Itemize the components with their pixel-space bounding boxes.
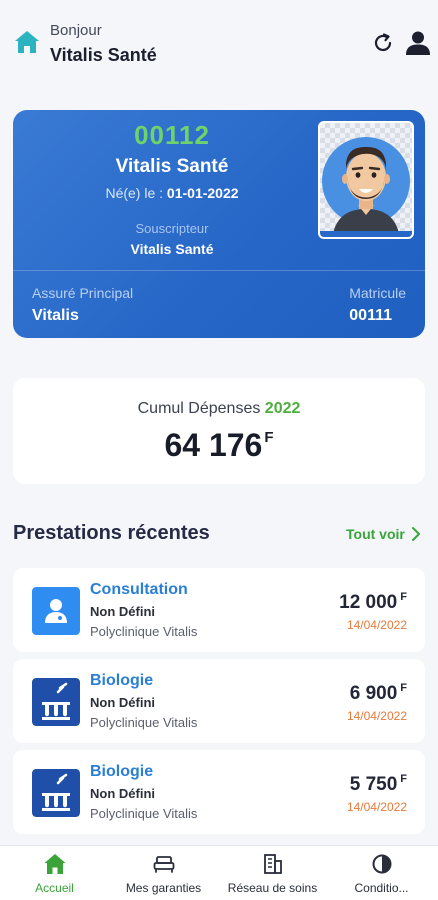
app-header: Bonjour Vitalis Santé — [0, 0, 438, 90]
section-title: Prestations récentes — [13, 522, 210, 544]
cumul-currency: F — [264, 429, 274, 446]
subscriber-value: Vitalis Santé — [130, 241, 214, 257]
cumul-amount-line: 64 176 F — [13, 427, 425, 464]
user-profile-icon[interactable] — [404, 29, 432, 57]
chevron-right-icon[interactable] — [410, 526, 422, 542]
member-avatar — [318, 121, 414, 239]
user-name: Vitalis Santé — [50, 45, 157, 65]
item-title: Biologie — [90, 672, 154, 689]
bed-icon — [153, 856, 174, 873]
item-date: 14/04/2022 — [346, 618, 407, 632]
tab-label: Conditio... — [354, 881, 409, 895]
subscriber-label: Souscripteur — [135, 221, 209, 236]
cumul-label-line: Cumul Dépenses 2022 — [13, 400, 425, 418]
tab-conditions[interactable]: Conditio... — [327, 846, 436, 900]
item-location: Polyclinique Vitalis — [90, 624, 198, 639]
matricule-value: 00111 — [349, 307, 392, 324]
home-icon[interactable] — [13, 28, 41, 56]
home-icon — [44, 854, 65, 874]
item-currency: F — [400, 682, 407, 694]
cumul-year: 2022 — [264, 400, 301, 417]
birth-date-line: Né(e) le : 01-01-2022 — [13, 185, 331, 201]
item-amount: 6 900 — [349, 683, 398, 704]
birth-date-label: Né(e) le : — [105, 185, 164, 201]
item-location: Polyclinique Vitalis — [90, 715, 198, 730]
item-currency: F — [400, 773, 407, 785]
avatar-illustration — [322, 137, 410, 237]
item-amount: 5 750 — [349, 774, 398, 795]
card-holder-name: Vitalis Santé — [115, 156, 229, 177]
contrast-icon — [372, 854, 391, 874]
item-date: 14/04/2022 — [346, 709, 407, 723]
insured-value: Vitalis — [32, 307, 79, 324]
tab-label: Accueil — [35, 881, 74, 895]
refresh-icon[interactable] — [371, 31, 395, 55]
biologie-icon — [32, 769, 80, 817]
item-amount-line: 12 000 F — [339, 591, 407, 614]
tab-reseau-de-soins[interactable]: Réseau de soins — [218, 846, 327, 900]
biologie-icon — [32, 678, 80, 726]
card-number: 00112 — [134, 120, 210, 150]
list-item[interactable]: Biologie Non Défini Polyclinique Vitalis… — [13, 659, 425, 743]
tab-label: Mes garanties — [125, 881, 202, 895]
member-card[interactable]: 00112 Vitalis Santé Né(e) le : 01-01-202… — [13, 110, 425, 338]
item-amount: 12 000 — [339, 592, 398, 613]
item-subtitle: Non Défini — [90, 695, 155, 710]
tab-mes-garanties[interactable]: Mes garanties — [109, 846, 218, 900]
item-amount-line: 6 900 F — [349, 682, 407, 705]
see-all-link[interactable]: Tout voir — [346, 526, 405, 542]
cumul-expenses-card: Cumul Dépenses 2022 64 176 F — [13, 378, 425, 484]
cumul-label: Cumul Dépenses — [137, 400, 261, 417]
card-divider — [13, 270, 425, 271]
item-location: Polyclinique Vitalis — [90, 806, 198, 821]
insured-label: Assuré Principal — [32, 285, 134, 301]
item-currency: F — [400, 591, 407, 603]
building-icon — [263, 854, 282, 874]
tab-accueil[interactable]: Accueil — [0, 846, 109, 900]
photo-bottom-bar — [320, 231, 412, 237]
greeting-text: Bonjour — [50, 22, 102, 39]
cumul-amount: 64 176 — [164, 427, 263, 463]
list-item[interactable]: Biologie Non Défini Polyclinique Vitalis… — [13, 750, 425, 834]
item-title: Consultation — [90, 581, 188, 598]
bottom-tab-bar: Accueil Mes garanties Réseau de soins Co… — [0, 845, 438, 900]
birth-date-value: 01-01-2022 — [166, 185, 239, 201]
tab-label: Réseau de soins — [227, 881, 318, 895]
item-date: 14/04/2022 — [346, 800, 407, 814]
list-item[interactable]: Consultation Non Défini Polyclinique Vit… — [13, 568, 425, 652]
consultation-icon — [32, 587, 80, 635]
item-subtitle: Non Défini — [90, 604, 155, 619]
matricule-label: Matricule — [349, 285, 406, 301]
item-subtitle: Non Défini — [90, 786, 155, 801]
item-title: Biologie — [90, 763, 154, 780]
item-amount-line: 5 750 F — [349, 773, 407, 796]
